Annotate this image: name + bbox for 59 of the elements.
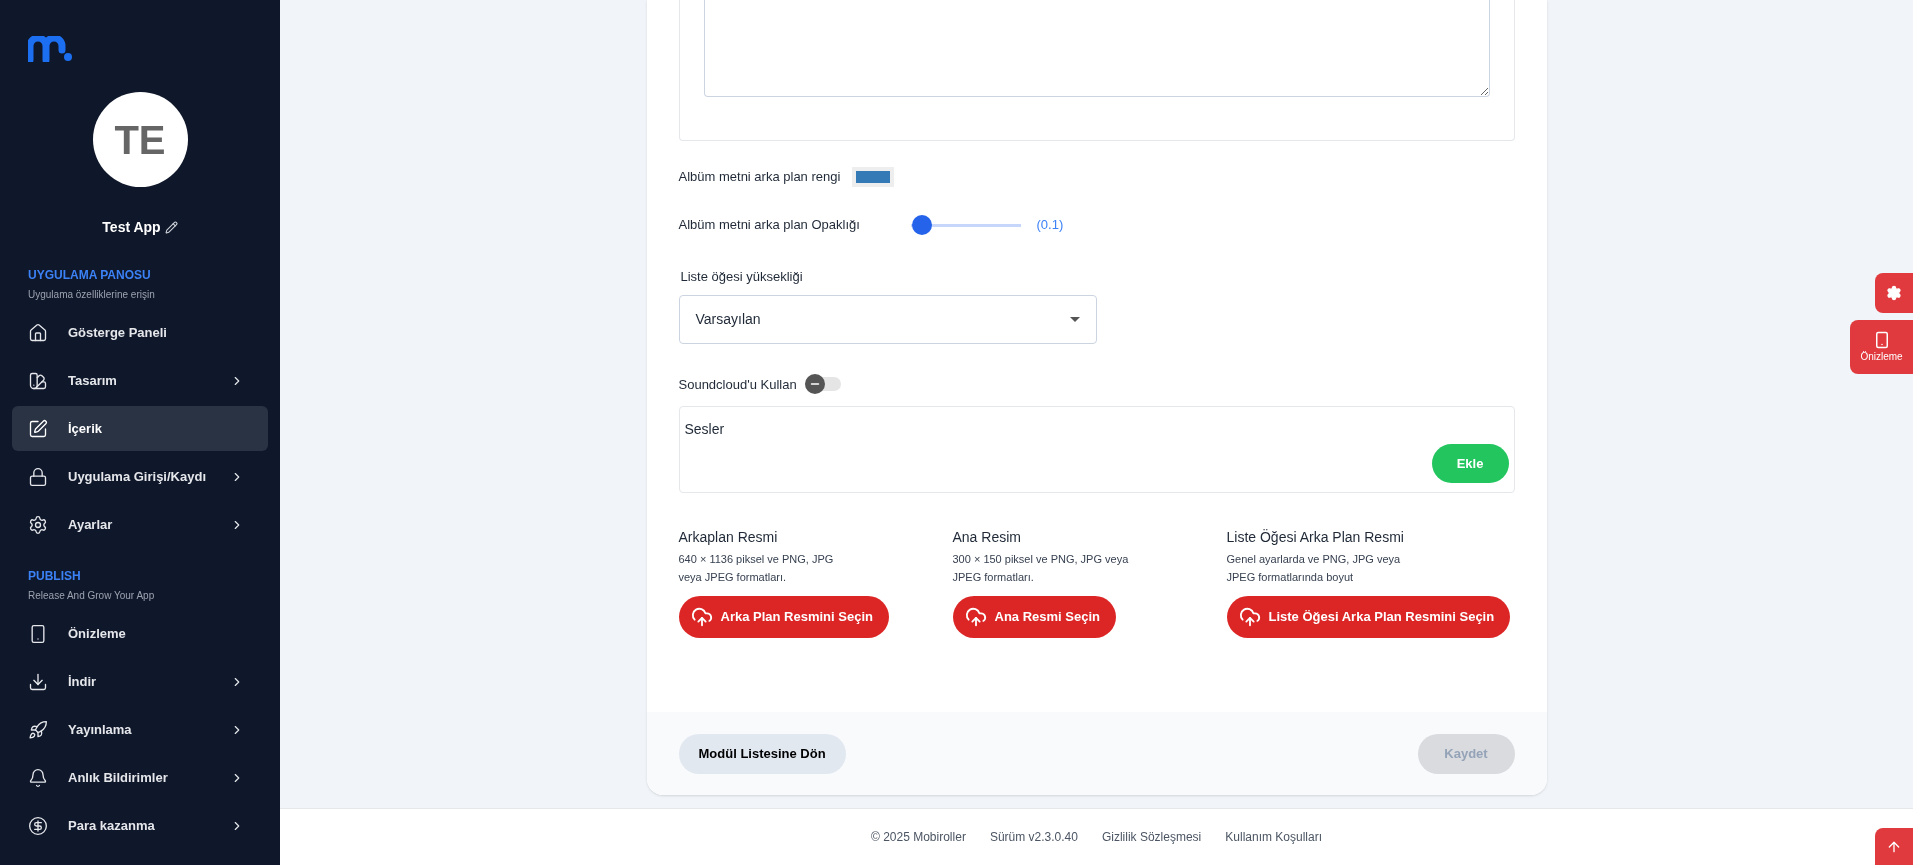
upload-title: Arkaplan Resmi [678,528,778,547]
edit-icon [28,418,48,439]
version-text: Sürüm v2.3.0.40 [989,829,1078,846]
field-label: Soundcloud'u Kullan [678,375,797,394]
upload-hint: 640 × 1136 piksel ve PNG, JPG veya JPEG formatları. [678,552,835,585]
slider-value: (0.1) [1036,216,1064,235]
settings-icon [28,514,48,535]
upload-title: Ana Resim [952,528,1021,547]
pencil-icon[interactable] [164,220,178,234]
sidebar-item[interactable]: Ayarlar [12,502,268,547]
back-button[interactable]: Modül Listesine Dön [678,733,846,774]
footer-link[interactable]: Kullanım Koşulları [1225,828,1322,846]
section-subtitle: Uygulama özelliklerine erişin [27,288,156,302]
height-select[interactable]: Varsayılan [678,294,1097,344]
copyright-text: © 2025 Mobiroller [871,829,966,846]
sidebar-item[interactable]: Para kazanma [12,803,268,848]
swatch-icon [28,370,48,391]
field-label: Albüm metni arka plan Opaklığı [678,216,861,235]
settings-icon [1886,285,1902,301]
sidebar-item[interactable]: Gösterge Paneli [12,310,268,355]
lock-icon [28,466,48,487]
app-name: Test App [102,218,161,237]
home-icon [28,322,48,343]
upload-button[interactable]: Ana Resmi Seçin [952,596,1116,638]
upload-hint: Genel ayarlarda ve PNG, JPG veya JPEG formatlarında boyut [1226,552,1402,585]
upload-hint: 300 × 150 piksel ve PNG, JPG veya JPEG formatları. [952,552,1130,585]
sidebar-item[interactable]: Tasarım [12,358,268,403]
sidebar-item[interactable]: İndir [12,659,268,704]
footer-link[interactable]: Gizlilik Sözleşmesi [1101,828,1202,846]
upload-title: Liste Öğesi Arka Plan Resmi [1226,528,1404,547]
scroll-top-button[interactable] [1875,828,1913,865]
cloud-upload-icon [1238,606,1261,628]
avatar: TE [92,92,188,187]
color-swatch[interactable] [852,167,895,187]
cloud-upload-icon [964,606,987,628]
upload-button[interactable]: Liste Öğesi Arka Plan Resmini Seçin [1226,596,1511,638]
section-title: UYGULAMA PANOSU [27,267,152,283]
field-label: Albüm metni arka plan rengi [678,168,841,187]
dollar-icon [28,815,48,836]
bell-icon [28,767,48,788]
field-label: Liste öğesi yüksekliği [680,268,804,286]
sidebar-item[interactable]: İçerik [12,406,268,451]
slider-thumb[interactable] [911,215,932,235]
rocket-icon [28,719,48,740]
logo-icon [28,36,74,62]
toggle-switch[interactable] [804,377,841,392]
settings-button[interactable] [1875,273,1913,313]
section-subtitle: Release And Grow Your App [27,589,156,603]
sidebar-item[interactable]: Uygulama Girişi/Kaydı [12,454,268,499]
section-title: PUBLISH [27,568,82,584]
cloud-upload-icon [690,606,713,628]
preview-button[interactable]: Önizleme [1850,320,1913,374]
download-icon [28,671,48,692]
sidebar-item[interactable]: Önizleme [12,611,268,656]
upload-button[interactable]: Arka Plan Resmini Seçin [678,596,889,638]
panel-title: Sesler [684,420,726,439]
sidebar-item[interactable]: Yayınlama [12,707,268,752]
dropdown-caret-icon [1069,316,1080,322]
sidebar-item[interactable]: Anlık Bildirimler [12,755,268,800]
